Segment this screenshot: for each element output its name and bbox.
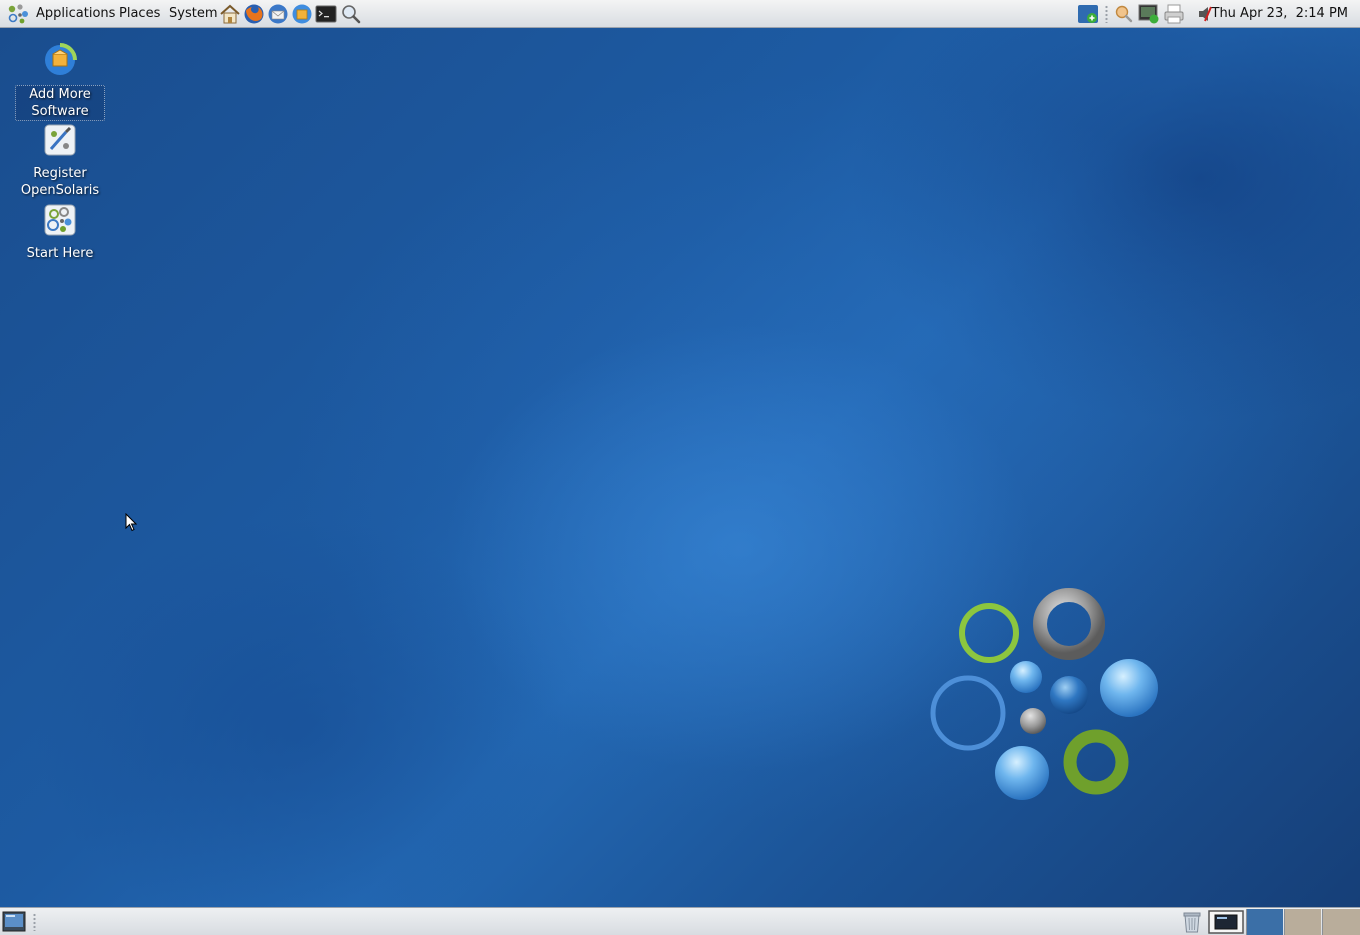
printer-icon[interactable]	[1163, 3, 1185, 25]
package-manager-icon	[45, 43, 77, 75]
applications-menu[interactable]: Applications	[36, 0, 115, 27]
tray-separator	[1105, 5, 1108, 23]
applications-menu-icon[interactable]	[6, 3, 30, 25]
label-line-2: OpenSolaris	[20, 183, 100, 198]
workspace-2[interactable]	[1284, 909, 1321, 935]
label-line-1: Register	[33, 166, 87, 181]
thunderbird-icon[interactable]	[267, 3, 289, 25]
mouse-cursor-icon	[125, 513, 137, 532]
workspace-1[interactable]	[1246, 909, 1283, 935]
trash-icon[interactable]	[1180, 910, 1204, 934]
panel-handle[interactable]	[33, 913, 36, 931]
desktop-icon-label: Start Here	[26, 246, 94, 261]
desktop-icon-label: Add More Software	[15, 85, 105, 121]
register-icon	[44, 124, 76, 156]
network-search-icon[interactable]	[1113, 3, 1135, 25]
desktop-icon-label: Register OpenSolaris	[15, 165, 105, 199]
desktop-icon-register-opensolaris[interactable]: Register OpenSolaris	[15, 122, 105, 199]
network-monitor-icon[interactable]	[1138, 3, 1160, 25]
show-desktop-icon[interactable]	[2, 911, 26, 932]
desktop-icon-add-more-software[interactable]: Add More Software	[15, 42, 105, 121]
software-icon[interactable]	[291, 3, 313, 25]
start-here-icon	[44, 204, 76, 236]
window-list-icon[interactable]	[1208, 910, 1244, 934]
terminal-icon[interactable]	[315, 3, 337, 25]
bottom-panel	[0, 907, 1360, 935]
label-line-1: Add More	[29, 87, 91, 102]
opensolaris-logo	[930, 588, 1158, 800]
system-menu[interactable]: System	[169, 0, 217, 27]
workspace-3[interactable]	[1322, 909, 1360, 935]
search-icon[interactable]	[340, 3, 362, 25]
update-notifier-icon[interactable]	[1077, 3, 1099, 25]
desktop-icon-start-here[interactable]: Start Here	[15, 202, 105, 262]
places-menu[interactable]: Places	[119, 0, 160, 27]
home-icon[interactable]	[219, 3, 241, 25]
top-panel: Applications Places System Thu Apr 23, 2…	[0, 0, 1360, 28]
clock[interactable]: Thu Apr 23, 2:14 PM	[1212, 0, 1349, 27]
firefox-icon[interactable]	[243, 3, 265, 25]
label-line-2: Software	[31, 104, 89, 119]
